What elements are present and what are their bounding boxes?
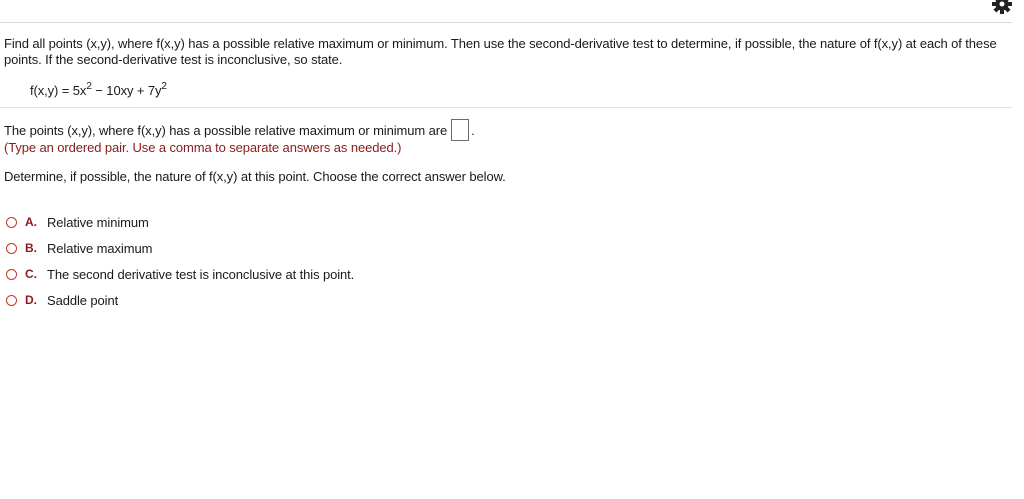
determine-prompt: Determine, if possible, the nature of f(… <box>4 169 506 184</box>
answer-hint: (Type an ordered pair. Use a comma to se… <box>4 140 402 155</box>
top-divider <box>0 22 1012 23</box>
option-letter: C. <box>25 267 37 281</box>
radio-button-d[interactable] <box>6 294 17 306</box>
option-letter: A. <box>25 215 37 229</box>
function-prefix: f(x,y) = 5x <box>30 83 87 98</box>
section-divider <box>0 107 1012 108</box>
option-label: Relative minimum <box>47 214 149 230</box>
option-label: Relative maximum <box>47 240 153 256</box>
question-text: Find all points (x,y), where f(x,y) has … <box>4 36 997 67</box>
option-b[interactable]: B. Relative maximum <box>4 235 354 261</box>
answer-options: A. Relative minimum B. Relative maximum … <box>4 209 354 313</box>
points-prompt-row: The points (x,y), where f(x,y) has a pos… <box>4 119 475 142</box>
option-d[interactable]: D. Saddle point <box>4 287 354 313</box>
option-label: Saddle point <box>47 292 119 308</box>
radio-button-b[interactable] <box>6 242 17 254</box>
option-letter: B. <box>25 241 37 255</box>
trailing-period: . <box>471 123 475 138</box>
gear-icon[interactable] <box>990 0 1014 16</box>
option-letter: D. <box>25 293 37 307</box>
points-prompt: The points (x,y), where f(x,y) has a pos… <box>4 123 448 138</box>
exponent-y: 2 <box>161 81 167 92</box>
option-a[interactable]: A. Relative minimum <box>4 209 354 235</box>
function-expression: f(x,y) = 5x2 − 10xy + 7y2 <box>30 82 167 100</box>
function-middle: − 10xy + 7y <box>91 83 162 98</box>
radio-button-c[interactable] <box>6 268 17 280</box>
option-c[interactable]: C. The second derivative test is inconcl… <box>4 261 354 287</box>
answer-input-box[interactable] <box>451 119 470 141</box>
option-label: The second derivative test is inconclusi… <box>47 266 355 282</box>
question-page: Find all points (x,y), where f(x,y) has … <box>0 0 1024 499</box>
radio-button-a[interactable] <box>6 216 17 228</box>
